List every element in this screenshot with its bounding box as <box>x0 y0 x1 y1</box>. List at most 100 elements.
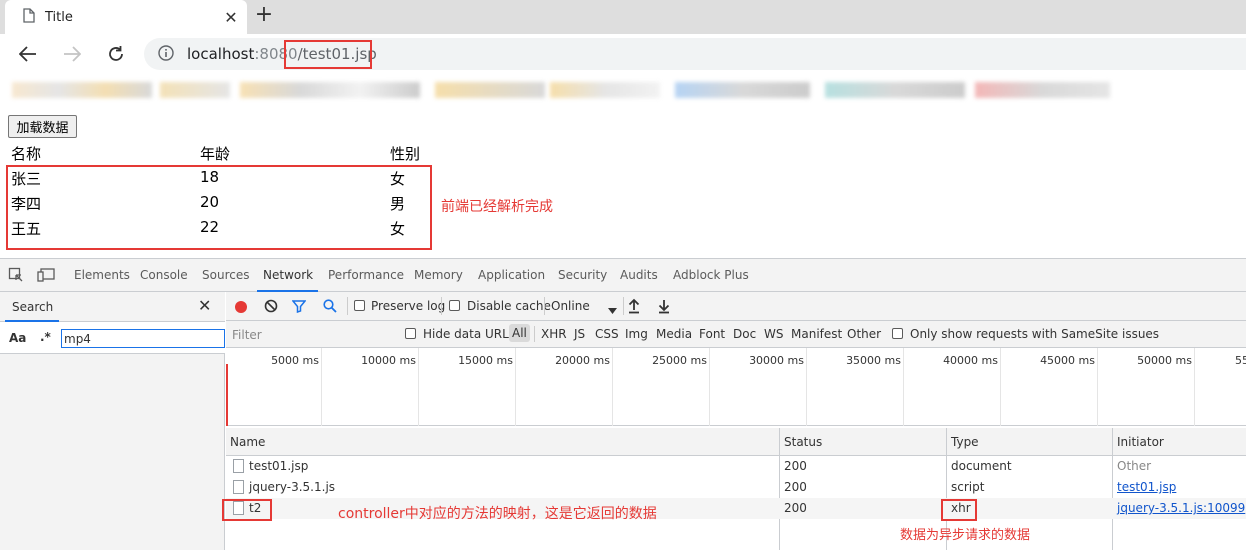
import-har-icon[interactable] <box>628 298 640 317</box>
tab-memory[interactable]: Memory <box>414 268 463 282</box>
tab-close-icon[interactable]: ✕ <box>219 8 243 27</box>
blurred-bookmark[interactable] <box>435 82 545 98</box>
network-panel: Preserve log Disable cache Online Filter… <box>222 292 1246 550</box>
hide-data-urls-checkbox[interactable] <box>405 328 416 339</box>
blurred-bookmark[interactable] <box>975 82 1110 98</box>
request-type: document <box>951 459 1012 473</box>
record-icon[interactable] <box>234 300 248 317</box>
file-icon <box>233 459 244 473</box>
timeline-gridline <box>612 348 613 426</box>
tab-elements[interactable]: Elements <box>74 268 130 282</box>
timeline-tick-label: 50000 ms <box>1137 354 1192 367</box>
t2-highlight <box>222 499 272 521</box>
inspect-element-icon[interactable] <box>8 267 24 286</box>
search-drawer: Search ✕ Aa .* <box>0 292 225 550</box>
tab-audits[interactable]: Audits <box>620 268 658 282</box>
match-case-toggle[interactable]: Aa <box>9 331 26 345</box>
filter-type-all[interactable]: All <box>509 324 530 342</box>
throttling-select[interactable]: Online <box>551 299 590 313</box>
filter-type-js[interactable]: JS <box>574 327 585 341</box>
dropdown-arrow-icon[interactable] <box>608 303 617 317</box>
xhr-highlight <box>941 499 977 521</box>
filter-type-font[interactable]: Font <box>699 327 725 341</box>
url-path-highlight <box>284 40 372 69</box>
tab-console[interactable]: Console <box>140 268 188 282</box>
tab-network[interactable]: Network <box>263 268 313 282</box>
divider <box>347 297 348 315</box>
request-name: jquery-3.5.1.js <box>249 480 336 494</box>
timeline-tick-label: 55 <box>1235 354 1246 367</box>
tab-sources[interactable]: Sources <box>202 268 249 282</box>
search-input[interactable] <box>61 329 225 348</box>
back-arrow-icon[interactable] <box>14 40 42 68</box>
reload-icon[interactable] <box>102 40 130 68</box>
samesite-label: Only show requests with SameSite issues <box>910 327 1160 341</box>
filter-type-media[interactable]: Media <box>656 327 692 341</box>
table-row[interactable]: test01.jsp 200 document Other <box>226 456 1246 477</box>
filter-type-xhr[interactable]: XHR <box>541 327 567 341</box>
timeline-tick-label: 25000 ms <box>652 354 707 367</box>
regex-toggle[interactable]: .* <box>40 330 51 344</box>
timeline-gridline <box>709 348 710 426</box>
page-content: 加载数据 名称 年龄 性别 张三 18 女 李四 20 男 王五 22 女 前端… <box>0 106 1246 258</box>
tab-security[interactable]: Security <box>558 268 607 282</box>
timeline-tick-label: 10000 ms <box>361 354 416 367</box>
page-icon <box>23 8 35 26</box>
blurred-bookmark[interactable] <box>550 82 660 98</box>
column-initiator[interactable]: Initiator <box>1117 435 1164 449</box>
close-icon[interactable]: ✕ <box>198 296 211 315</box>
timeline-overview[interactable]: 5000 ms 10000 ms 15000 ms 20000 ms 25000… <box>226 348 1246 426</box>
filter-type-ws[interactable]: WS <box>764 327 783 341</box>
timeline-tick-label: 45000 ms <box>1040 354 1095 367</box>
filter-type-other[interactable]: Other <box>847 327 881 341</box>
request-initiator-link[interactable]: jquery-3.5.1.js:10099 <box>1117 501 1245 515</box>
filter-type-css[interactable]: CSS <box>595 327 619 341</box>
timeline-gridline <box>1194 348 1195 426</box>
filter-input[interactable]: Filter <box>232 328 262 342</box>
filter-type-doc[interactable]: Doc <box>733 327 756 341</box>
search-icon[interactable] <box>323 299 337 316</box>
device-toolbar-icon[interactable] <box>37 268 55 285</box>
table-header: Name Status Type Initiator <box>226 428 1246 456</box>
clear-icon[interactable] <box>264 299 278 316</box>
timeline-tick-label: 35000 ms <box>846 354 901 367</box>
browser-tab[interactable]: Title ✕ <box>5 0 247 34</box>
blurred-bookmark[interactable] <box>675 82 810 98</box>
network-filter-bar: Filter Hide data URLs All XHR JS CSS Img… <box>226 321 1246 348</box>
file-icon <box>233 480 244 494</box>
tab-application[interactable]: Application <box>478 268 545 282</box>
export-har-icon[interactable] <box>658 298 670 317</box>
load-data-button[interactable]: 加载数据 <box>8 115 77 138</box>
filter-type-img[interactable]: Img <box>625 327 648 341</box>
new-tab-button[interactable]: + <box>252 4 276 28</box>
filter-type-manifest[interactable]: Manifest <box>791 327 842 341</box>
table-row[interactable]: jquery-3.5.1.js 200 script test01.jsp <box>226 477 1246 498</box>
disable-cache-checkbox[interactable] <box>449 300 460 311</box>
tab-strip: Title ✕ + <box>0 0 1246 34</box>
xhr-annotation: 数据为异步请求的数据 <box>900 528 1031 543</box>
column-type[interactable]: Type <box>951 435 979 449</box>
timeline-tick-label: 40000 ms <box>943 354 998 367</box>
blurred-bookmark[interactable] <box>825 82 965 98</box>
samesite-checkbox[interactable] <box>892 328 903 339</box>
preserve-log-checkbox[interactable] <box>354 300 365 311</box>
column-status[interactable]: Status <box>784 435 822 449</box>
requests-table: Name Status Type Initiator test01.jsp 20… <box>222 428 1246 550</box>
search-header: Search ✕ <box>0 292 225 322</box>
blurred-bookmark[interactable] <box>240 82 420 98</box>
load-marker <box>226 364 228 426</box>
filter-icon[interactable] <box>291 299 307 316</box>
tab-performance[interactable]: Performance <box>328 268 404 282</box>
column-name[interactable]: Name <box>230 435 265 449</box>
hide-data-urls-label: Hide data URLs <box>423 327 516 341</box>
info-icon[interactable] <box>158 44 174 64</box>
forward-arrow-icon[interactable] <box>58 40 86 68</box>
blurred-bookmark[interactable] <box>160 82 230 98</box>
timeline-gridline <box>903 348 904 426</box>
timeline-tick-label: 5000 ms <box>271 354 319 367</box>
tab-adblock-plus[interactable]: Adblock Plus <box>673 268 749 282</box>
divider <box>534 326 535 342</box>
request-initiator-link[interactable]: test01.jsp <box>1117 480 1176 494</box>
blurred-bookmark[interactable] <box>12 82 152 98</box>
search-tab[interactable]: Search <box>12 300 53 314</box>
